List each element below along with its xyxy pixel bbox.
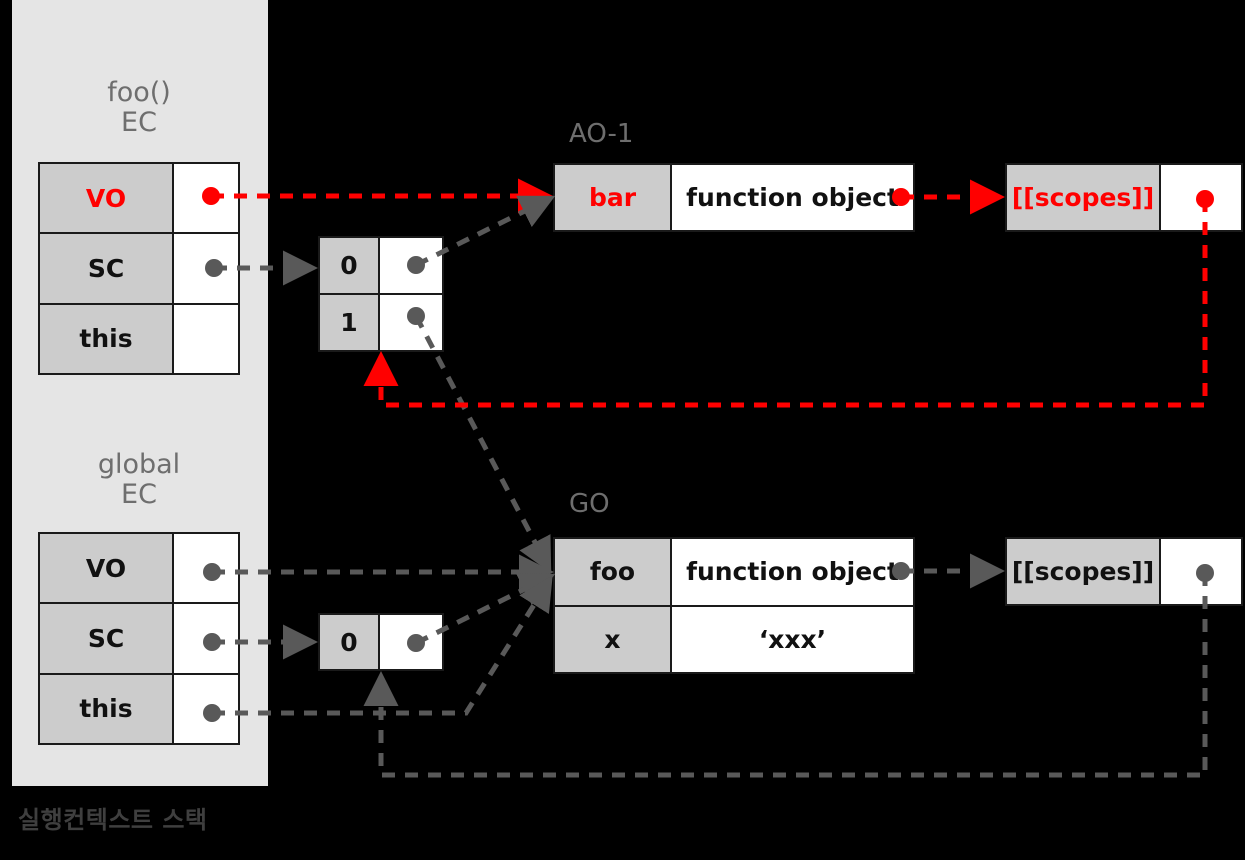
- table-row: VO: [40, 164, 238, 235]
- table-row: [[scopes]]: [1007, 165, 1241, 230]
- diagram-canvas: foo() EC global EC AO-1 GO VO SC this VO…: [0, 0, 1245, 860]
- table-row: [[scopes]]: [1007, 539, 1241, 604]
- go-row-x-key: x: [555, 606, 672, 672]
- global-ec-table: VO SC this: [38, 532, 240, 745]
- foo-sc-value-1: [380, 295, 442, 350]
- table-row: foo function object: [555, 539, 913, 607]
- foo-sc-index-0: 0: [320, 238, 380, 293]
- table-row: this: [40, 674, 238, 743]
- table-row: VO: [40, 534, 238, 605]
- ao1-title: AO-1: [569, 119, 634, 149]
- global-ec-title-line2: EC: [121, 479, 157, 511]
- foo-ec-title-line2: EC: [121, 107, 157, 139]
- foo-ec-row-vo-key: VO: [40, 164, 174, 233]
- scopes-foo-value: [1161, 539, 1241, 604]
- global-sc-value-0: [380, 615, 442, 669]
- ao1-row-bar-key: bar: [555, 165, 672, 230]
- go-title: GO: [569, 489, 610, 519]
- global-scope-chain-array: 0: [318, 613, 444, 671]
- foo-ec-title: foo() EC: [38, 77, 240, 139]
- table-row: bar function object: [555, 165, 913, 230]
- foo-ec-table: VO SC this: [38, 162, 240, 375]
- go-table: foo function object x ‘xxx’: [553, 537, 915, 674]
- table-row: this: [40, 304, 238, 373]
- global-ec-row-vo-value: [174, 534, 238, 603]
- global-ec-row-sc-value: [174, 604, 238, 673]
- scopes-foo-label: [[scopes]]: [1007, 539, 1161, 604]
- table-row: 0: [320, 238, 442, 295]
- ao1-row-bar-value: function object: [672, 165, 913, 230]
- table-row: 0: [320, 615, 442, 669]
- global-ec-title-line1: global: [97, 449, 181, 480]
- table-row: 1: [320, 295, 442, 350]
- foo-ec-title-line1: foo(): [107, 77, 171, 108]
- global-sc-index-0: 0: [320, 615, 380, 669]
- scopes-box-foo: [[scopes]]: [1005, 537, 1243, 606]
- global-ec-row-this-key: this: [40, 674, 174, 743]
- global-ec-title: global EC: [38, 449, 240, 511]
- go-row-foo-value: function object: [672, 539, 913, 605]
- go-row-x-value: ‘xxx’: [672, 606, 913, 672]
- table-row: x ‘xxx’: [555, 606, 913, 672]
- ao1-table: bar function object: [553, 163, 915, 232]
- go-row-foo-key: foo: [555, 539, 672, 605]
- global-ec-row-sc-key: SC: [40, 604, 174, 673]
- foo-sc-index-1: 1: [320, 295, 380, 350]
- foo-ec-row-this-value: [174, 304, 238, 373]
- foo-ec-row-vo-value: [174, 164, 238, 233]
- foo-ec-row-sc-value: [174, 234, 238, 303]
- scopes-box-bar: [[scopes]]: [1005, 163, 1243, 232]
- scopes-bar-value: [1161, 165, 1241, 230]
- table-row: SC: [40, 234, 238, 305]
- foo-ec-row-this-key: this: [40, 304, 174, 373]
- foo-sc-value-0: [380, 238, 442, 293]
- scopes-bar-label: [[scopes]]: [1007, 165, 1161, 230]
- foo-ec-row-sc-key: SC: [40, 234, 174, 303]
- stack-caption: 실행컨텍스트 스택: [18, 806, 208, 834]
- table-row: SC: [40, 604, 238, 675]
- global-ec-row-vo-key: VO: [40, 534, 174, 603]
- foo-scope-chain-array: 0 1: [318, 236, 444, 352]
- global-ec-row-this-value: [174, 674, 238, 743]
